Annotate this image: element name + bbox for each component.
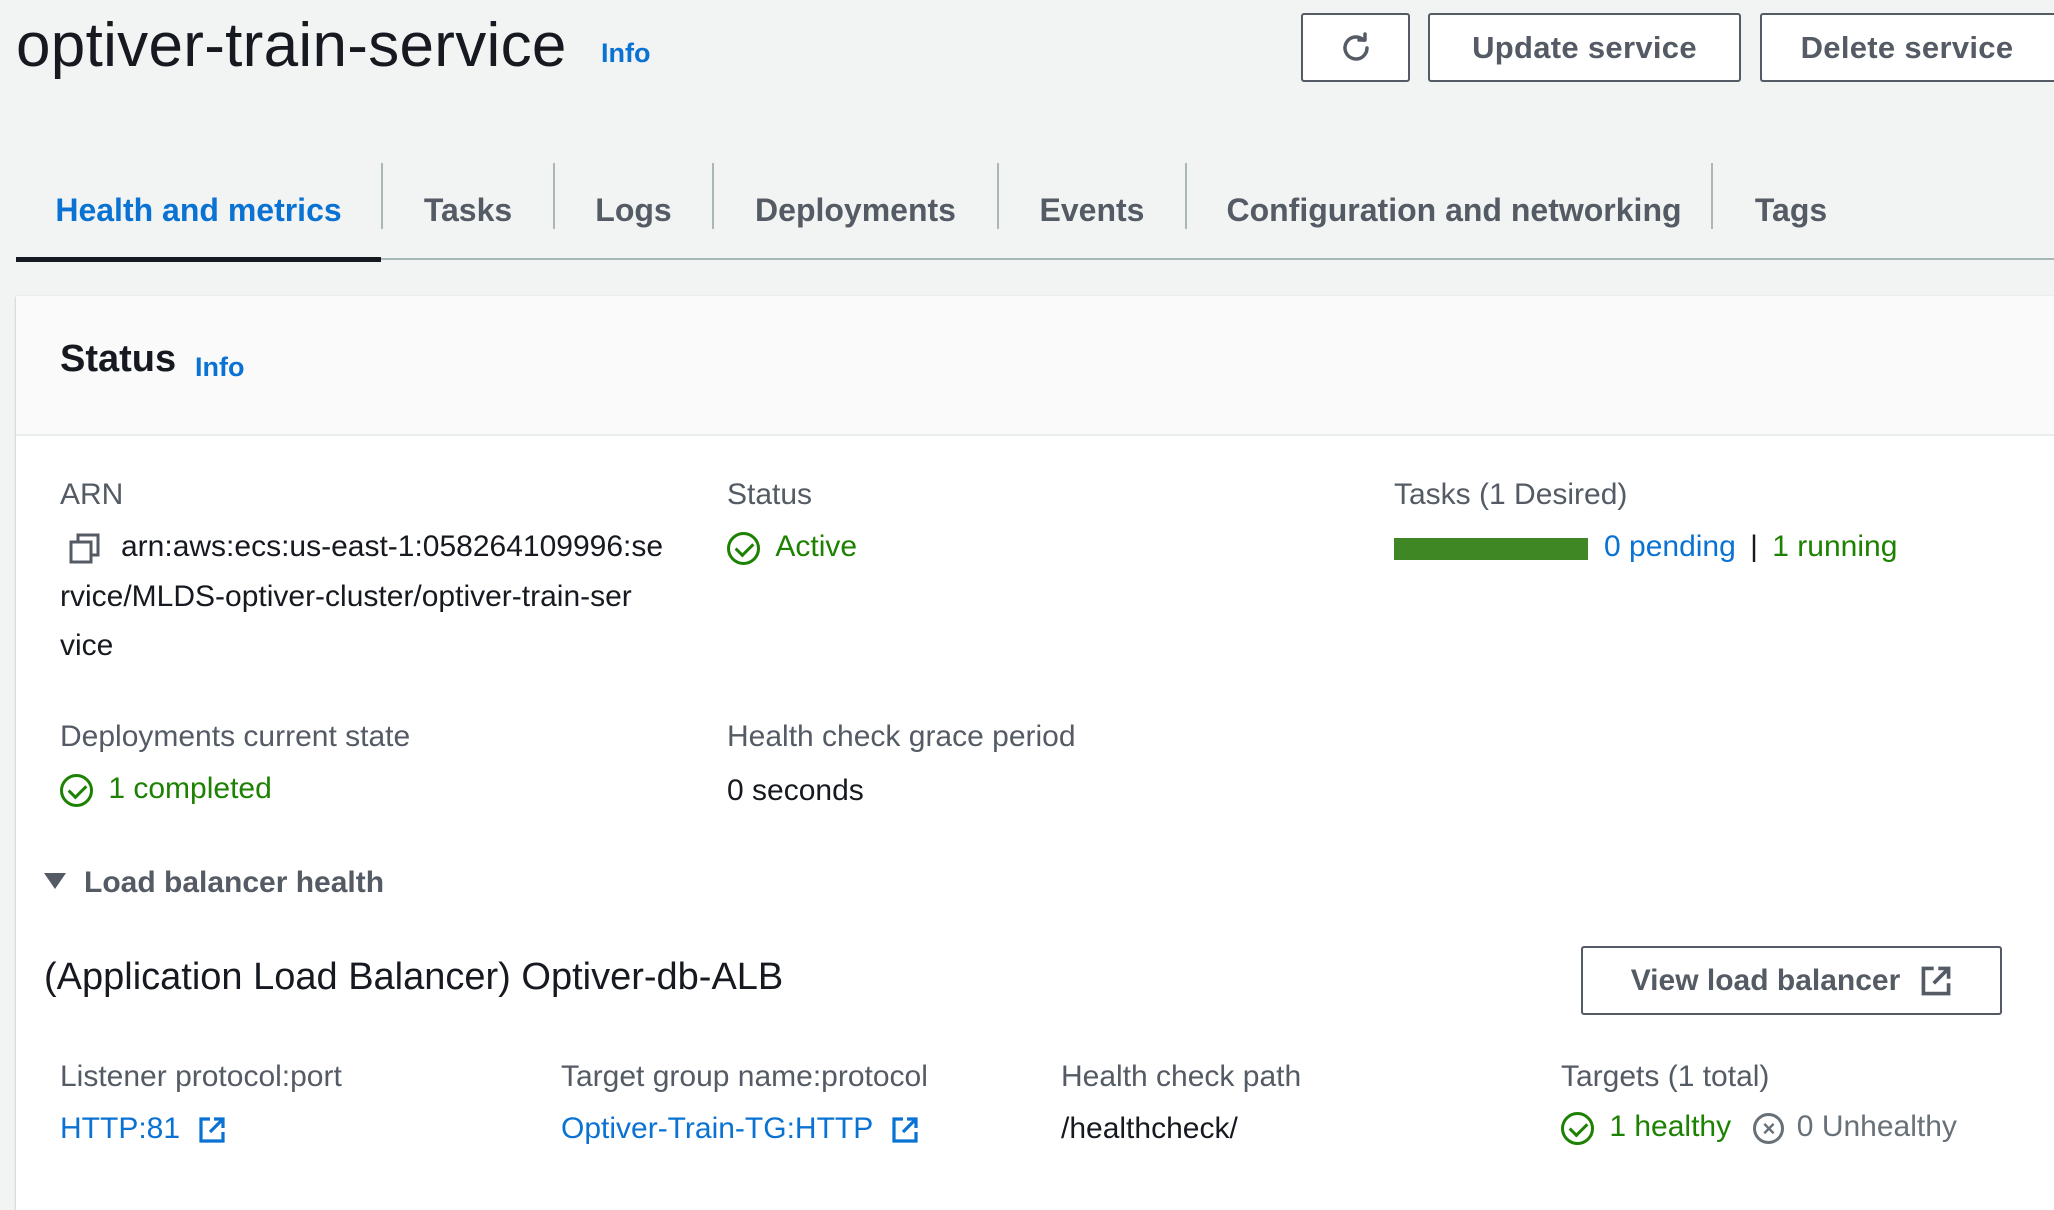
- page-title: optiver-train-service: [16, 11, 567, 80]
- error-circle-icon: ×: [1753, 1112, 1785, 1144]
- target-group-link[interactable]: Optiver-Train-TG:HTTP: [561, 1112, 919, 1146]
- tasks-separator: |: [1750, 530, 1758, 563]
- target-group-value: Optiver-Train-TG:HTTP: [561, 1112, 873, 1145]
- status-section-title: Status: [60, 338, 177, 380]
- tab-logs[interactable]: Logs: [555, 160, 712, 260]
- tab-tags[interactable]: Tags: [1713, 160, 1869, 260]
- grace-period-label: Health check grace period: [727, 720, 1076, 753]
- deployments-completed-text: 1 completed: [108, 772, 272, 805]
- arn-value-line3: vice: [60, 629, 114, 662]
- delete-service-button[interactable]: Delete service: [1760, 13, 2054, 82]
- status-label: Status: [727, 478, 813, 511]
- tasks-running-link[interactable]: 1 running: [1772, 530, 1897, 563]
- targets-label: Targets (1 total): [1561, 1060, 1770, 1093]
- caret-down-icon: [44, 873, 66, 889]
- tab-deployments[interactable]: Deployments: [714, 160, 997, 260]
- status-value: Active: [727, 530, 857, 565]
- targets-summary: 1 healthy × 0 Unhealthy: [1561, 1110, 1957, 1145]
- tasks-pending-link[interactable]: 0 pending: [1604, 530, 1736, 563]
- listener-link[interactable]: HTTP:81: [60, 1112, 226, 1146]
- load-balancer-health-label: Load balancer health: [84, 866, 385, 899]
- status-active-text: Active: [775, 530, 858, 563]
- tab-bar: Health and metrics Tasks Logs Deployment…: [16, 160, 2054, 262]
- grace-period-value: 0 seconds: [727, 774, 864, 807]
- copy-arn-button[interactable]: [68, 532, 102, 566]
- load-balancer-title: (Application Load Balancer) Optiver-db-A…: [44, 956, 784, 998]
- external-link-icon: [1921, 966, 1951, 995]
- tasks-label: Tasks (1 Desired): [1394, 478, 1628, 511]
- listener-label: Listener protocol:port: [60, 1060, 342, 1093]
- targets-unhealthy-text: 0 Unhealthy: [1796, 1110, 1957, 1143]
- tasks-summary: 0 pending | 1 running: [1604, 530, 1897, 564]
- tab-events[interactable]: Events: [999, 160, 1185, 260]
- deployments-value: 1 completed: [60, 772, 272, 807]
- external-link-icon: [892, 1117, 918, 1143]
- success-check-icon: [1561, 1111, 1594, 1145]
- page-header: optiver-train-service Info Update servic…: [0, 0, 2054, 100]
- tab-configuration-and-networking[interactable]: Configuration and networking: [1187, 160, 1721, 260]
- arn-value-line1: arn:aws:ecs:us-east-1:058264109996:se: [121, 530, 664, 563]
- success-check-icon: [727, 531, 760, 565]
- arn-value-line2: rvice/MLDS-optiver-cluster/optiver-train…: [60, 580, 632, 613]
- load-balancer-health-toggle[interactable]: Load balancer health: [44, 866, 384, 900]
- health-check-path-value: /healthcheck/: [1061, 1112, 1238, 1145]
- tab-tasks[interactable]: Tasks: [383, 160, 553, 260]
- refresh-icon: [1342, 31, 1369, 61]
- targets-healthy-link[interactable]: 1 healthy: [1609, 1110, 1731, 1143]
- status-info-link[interactable]: Info: [195, 352, 244, 383]
- deployments-label: Deployments current state: [60, 720, 411, 753]
- copy-icon: [69, 533, 100, 564]
- view-load-balancer-label: View load balancer: [1630, 963, 1901, 997]
- status-header: Status Info: [16, 296, 2054, 436]
- target-group-label: Target group name:protocol: [561, 1060, 928, 1093]
- title-info-link[interactable]: Info: [601, 38, 650, 69]
- health-check-path-label: Health check path: [1061, 1060, 1302, 1093]
- update-service-button[interactable]: Update service: [1428, 13, 1741, 82]
- tasks-progress-bar: [1394, 538, 1588, 560]
- external-link-icon: [199, 1117, 225, 1143]
- listener-value: HTTP:81: [60, 1112, 181, 1145]
- arn-label: ARN: [60, 478, 124, 511]
- refresh-button[interactable]: [1301, 13, 1410, 82]
- tab-health-and-metrics[interactable]: Health and metrics: [16, 160, 381, 262]
- success-check-icon: [60, 773, 93, 807]
- view-load-balancer-button[interactable]: View load balancer: [1581, 946, 2002, 1015]
